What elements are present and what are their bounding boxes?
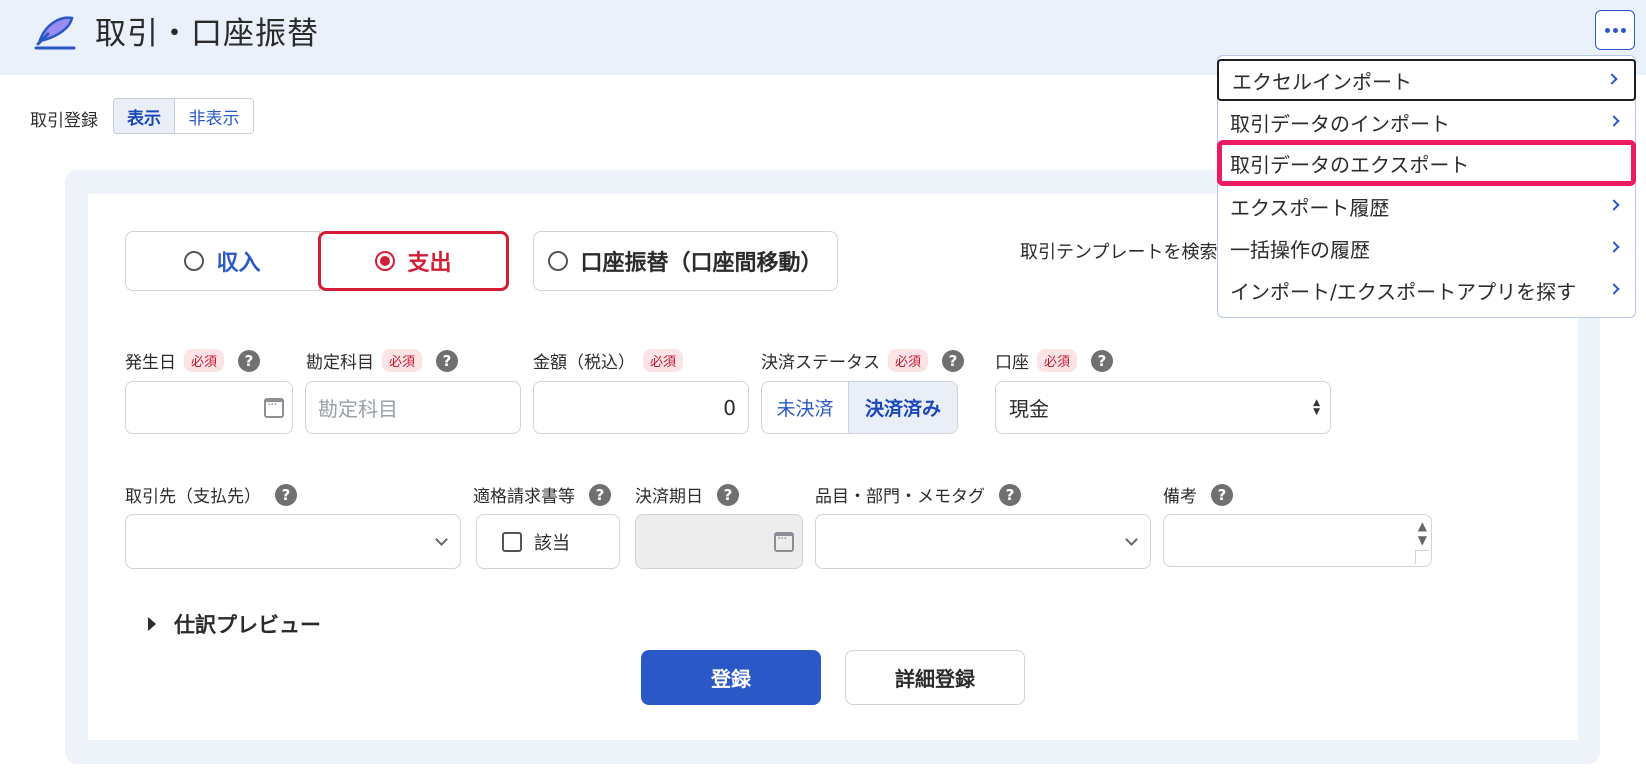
- tags-combobox[interactable]: [815, 514, 1151, 569]
- income-type-option[interactable]: 収入: [125, 231, 320, 291]
- required-badge: 必須: [382, 349, 423, 372]
- transfer-type-label: 口座振替（口座間移動）: [580, 251, 823, 276]
- partner-label-text: 取引先（支払先）: [125, 487, 261, 507]
- calendar-icon: [774, 531, 794, 552]
- menu-item-bulk-history[interactable]: 一括操作の履歴: [1217, 227, 1636, 269]
- help-icon[interactable]: ?: [942, 349, 965, 372]
- due-date-field-label: 決済期日 ?: [635, 482, 739, 507]
- tags-field-label: 品目・部門・メモタグ ?: [815, 482, 1021, 507]
- more-options-button[interactable]: [1595, 10, 1635, 50]
- menu-item-excel-import[interactable]: エクセルインポート: [1217, 59, 1636, 101]
- template-search-label[interactable]: 取引テンプレートを検索: [1020, 238, 1217, 264]
- unsettled-option[interactable]: 未決済: [761, 381, 849, 434]
- help-icon[interactable]: ?: [589, 483, 611, 506]
- more-dot-icon: [1604, 27, 1610, 33]
- pen-feather-icon: [34, 16, 76, 50]
- chevron-down-icon: [435, 532, 448, 546]
- chevron-right-icon: [1608, 241, 1620, 253]
- note-label-text: 備考: [1163, 487, 1197, 507]
- chevron-right-icon: [1606, 73, 1618, 85]
- chevron-right-icon: [1608, 283, 1620, 295]
- date-label-text: 発生日: [125, 353, 176, 373]
- qualified-invoice-label-text: 適格請求書等: [473, 487, 575, 507]
- more-dot-icon: [1612, 27, 1618, 33]
- account-item-placeholder: 勘定科目: [318, 397, 398, 421]
- amount-label-text: 金額（税込）: [533, 353, 635, 373]
- chevron-right-icon: [1608, 199, 1620, 211]
- help-icon[interactable]: ?: [436, 349, 459, 372]
- help-icon[interactable]: ?: [1211, 483, 1233, 506]
- settlement-status-field-label: 決済ステータス 必須 ?: [761, 348, 965, 373]
- partner-combobox[interactable]: [125, 514, 461, 569]
- menu-item-label: エクセルインポート: [1232, 69, 1412, 94]
- required-badge: 必須: [184, 349, 225, 372]
- wallet-value: 現金: [1009, 397, 1049, 421]
- radio-selected-icon: [375, 251, 396, 271]
- settlement-status-label-text: 決済ステータス: [761, 353, 880, 373]
- account-item-field-label: 勘定科目 必須 ?: [306, 348, 459, 373]
- resize-handle-icon[interactable]: [1415, 550, 1429, 564]
- radio-icon: [184, 251, 205, 271]
- settled-option[interactable]: 決済済み: [848, 381, 958, 434]
- menu-item-transaction-import[interactable]: 取引データのインポート: [1217, 101, 1636, 143]
- detailed-register-button[interactable]: 詳細登録: [845, 650, 1025, 705]
- wallet-field-label: 口座 必須 ?: [995, 348, 1114, 373]
- note-textarea[interactable]: ▲ ▼: [1163, 514, 1432, 567]
- income-type-label: 収入: [216, 251, 261, 276]
- select-arrows-icon: ▲ ▼: [1313, 397, 1320, 417]
- due-date-input: [635, 514, 803, 569]
- journal-preview-label: 仕訳プレビュー: [174, 613, 321, 637]
- wallet-label-text: 口座: [995, 353, 1029, 373]
- registration-toggle-label: 取引登録: [30, 111, 98, 131]
- help-icon[interactable]: ?: [238, 349, 261, 372]
- qualified-invoice-checkbox[interactable]: 該当: [476, 514, 620, 569]
- menu-item-label: 取引データのインポート: [1230, 111, 1450, 136]
- menu-item-label: インポート/エクスポートアプリを探す: [1230, 279, 1577, 304]
- amount-field-label: 金額（税込） 必須: [533, 348, 684, 373]
- journal-preview-toggle[interactable]: 仕訳プレビュー: [148, 609, 321, 639]
- account-item-label-text: 勘定科目: [306, 353, 374, 373]
- show-toggle-button[interactable]: 表示: [113, 98, 175, 134]
- checkbox-icon[interactable]: [502, 531, 522, 552]
- tags-label-text: 品目・部門・メモタグ: [815, 487, 985, 507]
- required-badge: 必須: [888, 349, 929, 372]
- menu-item-export-history[interactable]: エクスポート履歴: [1217, 185, 1636, 227]
- date-field-label: 発生日 必須 ?: [125, 348, 261, 373]
- help-icon[interactable]: ?: [1091, 349, 1114, 372]
- due-date-label-text: 決済期日: [635, 487, 703, 507]
- more-dot-icon: [1620, 27, 1626, 33]
- expense-type-option[interactable]: 支出: [318, 231, 509, 291]
- help-icon[interactable]: ?: [275, 483, 297, 506]
- hide-toggle-button[interactable]: 非表示: [174, 98, 254, 134]
- transfer-type-option[interactable]: 口座振替（口座間移動）: [533, 231, 838, 291]
- help-icon[interactable]: ?: [717, 483, 739, 506]
- help-icon[interactable]: ?: [999, 483, 1021, 506]
- menu-item-find-apps[interactable]: インポート/エクスポートアプリを探す: [1217, 269, 1636, 311]
- menu-item-transaction-export[interactable]: 取引データのエクスポート: [1217, 140, 1636, 186]
- account-item-input[interactable]: 勘定科目: [305, 381, 521, 434]
- calendar-icon[interactable]: [264, 397, 284, 418]
- spinner-arrows-icon[interactable]: ▲ ▼: [1418, 519, 1427, 547]
- menu-item-label: 取引データのエクスポート: [1230, 152, 1470, 177]
- note-field-label: 備考 ?: [1163, 482, 1233, 507]
- caret-right-icon: [148, 617, 156, 631]
- required-badge: 必須: [1037, 349, 1078, 372]
- partner-field-label: 取引先（支払先） ?: [125, 482, 297, 507]
- register-button[interactable]: 登録: [641, 650, 821, 705]
- qualified-invoice-field-label: 適格請求書等 ?: [473, 482, 611, 507]
- chevron-right-icon: [1608, 115, 1620, 127]
- date-input[interactable]: [125, 381, 293, 434]
- required-badge: 必須: [643, 349, 684, 372]
- menu-item-label: 一括操作の履歴: [1230, 237, 1370, 262]
- expense-type-label: 支出: [407, 251, 452, 276]
- amount-input[interactable]: 0: [533, 381, 749, 434]
- qualified-invoice-checkbox-label: 該当: [534, 532, 570, 554]
- menu-item-label: エクスポート履歴: [1230, 195, 1390, 220]
- chevron-down-icon: [1125, 532, 1138, 546]
- amount-value: 0: [723, 395, 736, 420]
- wallet-select[interactable]: 現金 ▲ ▼: [995, 381, 1331, 434]
- radio-icon: [548, 251, 569, 271]
- page-title: 取引・口座振替: [95, 16, 319, 52]
